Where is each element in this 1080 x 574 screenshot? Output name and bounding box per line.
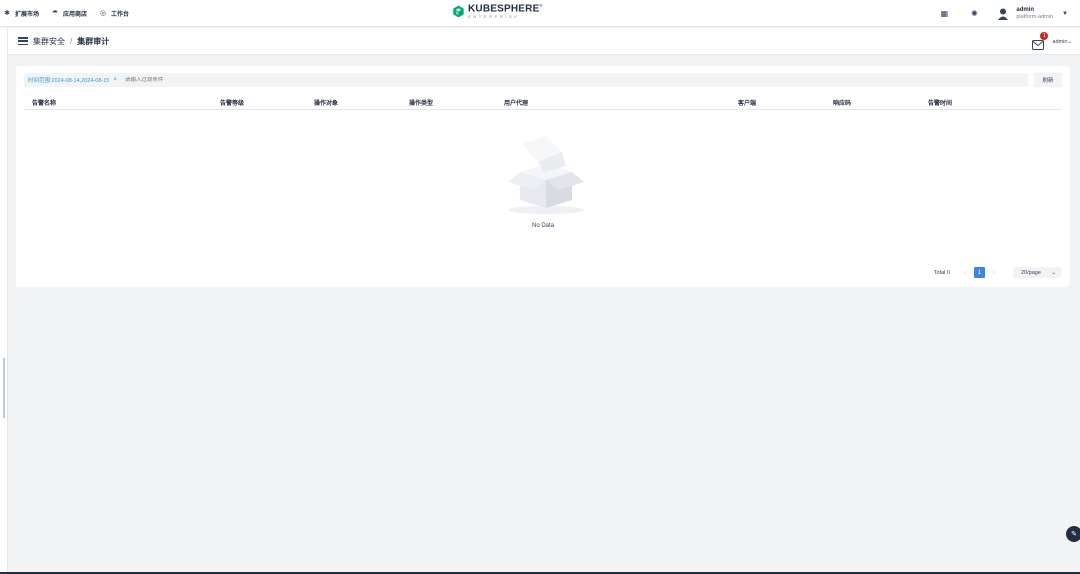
chevron-down-icon: ⌄ [1051,269,1056,276]
empty-state-text: No Data [531,223,554,229]
chevron-down-icon: ⌄ [1067,38,1072,45]
sidebar-drag-handle[interactable] [3,358,5,418]
chevron-down-icon: ▼ [1062,10,1068,17]
column-operation-object[interactable]: 操作对象 [314,98,338,107]
next-page-button[interactable]: › [989,270,999,276]
column-user-agent[interactable]: 用户代理 [504,98,528,107]
column-alert-name[interactable]: 告警名称 [32,98,56,107]
store-icon: ☂ [51,10,59,17]
nav-item-label: 扩展市场 [15,11,40,18]
notifications-button[interactable]: 1 [1032,31,1049,50]
top-nav: ✱ 扩展市场 ☂ 应用商店 ◎ 工作台 KUBESPHERE® ENTERPRI… [0,0,1080,27]
breadcrumb-separator: / [70,36,73,46]
user-menu[interactable]: admin platform-admin ▼ [996,7,1068,21]
time-range-tag[interactable]: 时间范围:2024-08-14,2024-08-15 × [28,76,117,84]
left-sidebar-collapsed [0,28,8,574]
kubesphere-logo-icon [453,5,464,18]
mail-icon [1032,39,1045,50]
nav-item-label: 工作台 [111,11,130,18]
notification-badge: 1 [1040,31,1049,40]
menu-icon[interactable] [18,37,28,45]
logo-reg-mark: ® [539,3,543,8]
audit-card: 时间范围:2024-08-14,2024-08-15 × 刷新 告警名称 告警等… [16,66,1070,287]
logo-subtitle: ENTERPRISE [468,14,520,20]
wrench-icon[interactable]: ✎ [1066,526,1080,542]
grid-icon[interactable]: ▦ [936,6,952,22]
admin-dropdown[interactable]: admin⌄ [1052,39,1072,45]
admin-dropdown-label: admin [1052,38,1068,45]
refresh-button[interactable]: 刷新 [1034,73,1062,87]
nav-left: ✱ 扩展市场 ☂ 应用商店 ◎ 工作台 [0,0,141,26]
breadcrumb-right: 1 admin⌄ [1032,28,1072,55]
user-name: admin [1016,6,1035,13]
column-operation-type[interactable]: 操作类型 [409,98,433,107]
nav-right: ▦ ✺ admin platform-admin ▼ [936,0,1080,27]
column-alert-time[interactable]: 告警时间 [928,98,952,107]
pagination: Total 0 ‹ 1 › 20/page ⌄ [934,267,1061,278]
workbench-icon: ◎ [99,10,107,17]
filter-bar[interactable]: 时间范围:2024-08-14,2024-08-15 × [24,73,1028,87]
close-icon[interactable]: × [113,77,117,83]
breadcrumb-parent[interactable]: 集群安全 [33,36,65,47]
prev-page-button[interactable]: ‹ [960,270,970,276]
logo-text: KUBESPHERE® ENTERPRISE [468,4,543,19]
column-response-code[interactable]: 响应码 [833,98,851,107]
page-size-value: 20/page [1021,269,1041,276]
total-count: Total 0 [933,269,950,276]
puzzle-icon: ✱ [4,10,10,17]
nav-item-label: 应用商店 [63,11,88,18]
gear-icon[interactable]: ✺ [966,6,982,22]
page-number-button[interactable]: 1 [974,267,985,278]
nav-item-extensions[interactable]: ✱ 扩展市场 [3,9,39,18]
column-client[interactable]: 客户端 [738,98,756,107]
kubesphere-logo[interactable]: KUBESPHERE® ENTERPRISE [452,4,543,19]
user-text: admin platform-admin [1016,7,1053,20]
page-size-select[interactable]: 20/page ⌄ [1013,267,1061,278]
user-role: platform-admin [1016,13,1054,20]
logo-name-text: KUBESPHERE [468,3,540,15]
table-header: 告警名称 告警等级 操作对象 操作类型 用户代理 客户端 响应码 告警时间 [24,94,1062,110]
page-title: 集群审计 [77,36,110,46]
logo-name: KUBESPHERE® [468,4,543,14]
nav-item-workbench[interactable]: ◎ 工作台 [99,9,129,18]
filter-input[interactable] [124,77,325,83]
avatar-icon [998,8,1009,20]
time-range-tag-label: 时间范围:2024-08-14,2024-08-15 [28,78,110,84]
breadcrumb-bar: 集群安全 / 集群审计 1 admin⌄ [8,28,1080,55]
empty-box-icon [508,136,584,214]
column-alert-level[interactable]: 告警等级 [220,98,244,107]
nav-item-app-store[interactable]: ☂ 应用商店 [51,9,87,18]
